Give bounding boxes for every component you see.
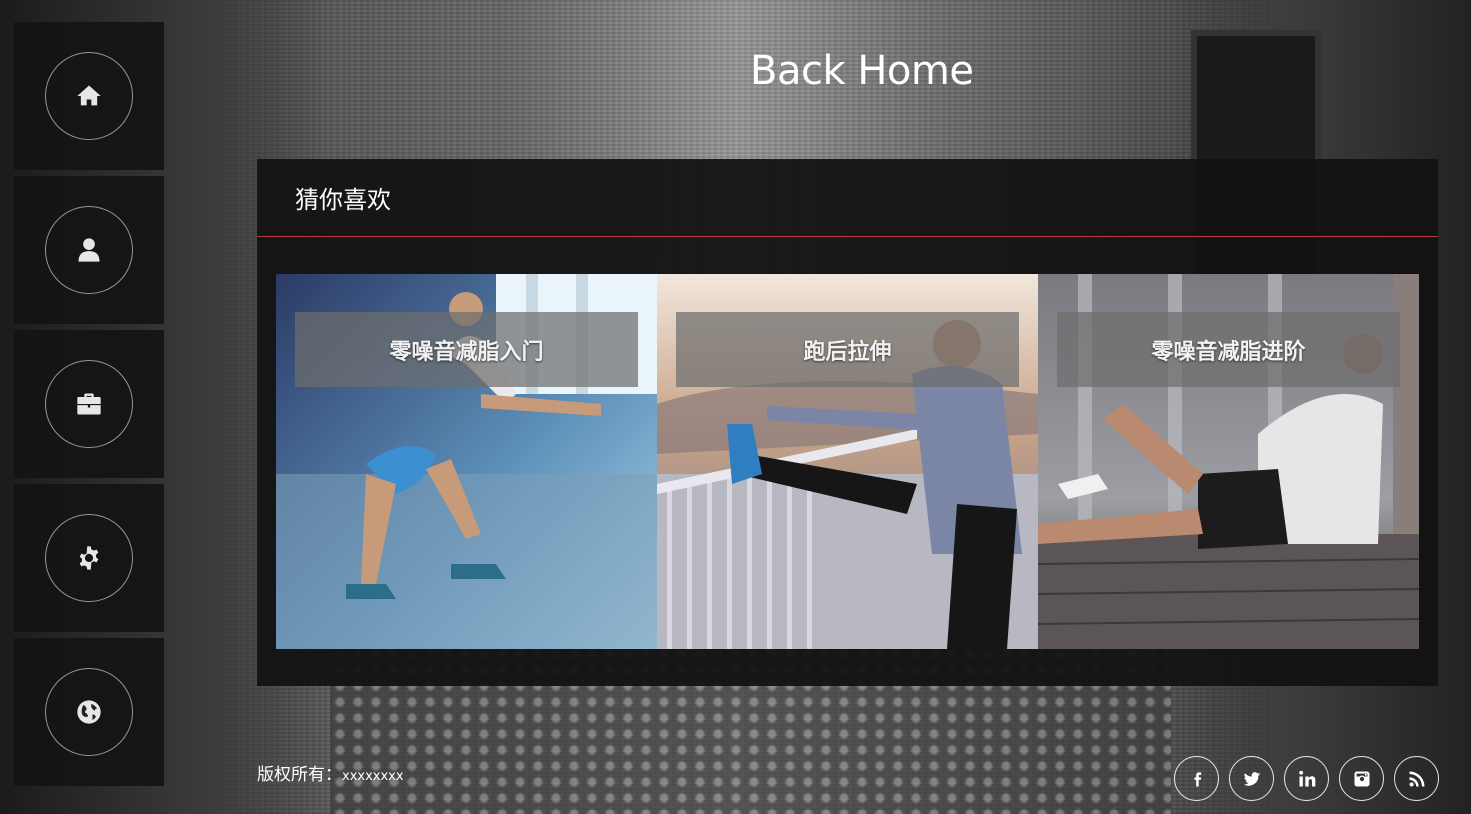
briefcase-icon — [77, 393, 101, 415]
sidebar-icon-circle — [45, 668, 133, 756]
instagram-icon — [1354, 771, 1369, 786]
linkedin-icon — [1298, 770, 1315, 786]
gear-icon — [79, 546, 99, 570]
panel-heading: 猜你喜欢 — [257, 159, 1438, 237]
rss-link[interactable] — [1394, 756, 1439, 801]
rss-icon — [1409, 771, 1424, 786]
sidebar-item-home[interactable] — [14, 22, 164, 170]
facebook-link[interactable] — [1174, 756, 1219, 801]
copyright-label: 版权所有： — [257, 765, 342, 785]
sidebar-item-user[interactable] — [14, 176, 164, 324]
instagram-link[interactable] — [1339, 756, 1384, 801]
sidebar-item-globe[interactable] — [14, 638, 164, 786]
card-label: 零噪音减脂进阶 — [1057, 312, 1400, 387]
card-label: 跑后拉伸 — [676, 312, 1019, 387]
facebook-icon — [1194, 771, 1201, 786]
sidebar-nav — [14, 22, 164, 792]
card-label: 零噪音减脂入门 — [295, 312, 638, 387]
sidebar-icon-circle — [45, 206, 133, 294]
sidebar-icon-circle — [45, 514, 133, 602]
copyright: 版权所有：xxxxxxxx — [257, 760, 404, 785]
sidebar-item-settings[interactable] — [14, 484, 164, 632]
twitter-link[interactable] — [1229, 756, 1274, 801]
linkedin-link[interactable] — [1284, 756, 1329, 801]
sidebar-icon-circle — [45, 360, 133, 448]
globe-icon — [77, 700, 101, 724]
social-links — [1174, 756, 1439, 801]
card-row: 零噪音减脂入门 跑后拉伸 零噪音减脂进阶 — [276, 274, 1419, 649]
sidebar-icon-circle — [45, 52, 133, 140]
course-card[interactable]: 跑后拉伸 — [657, 274, 1038, 649]
recommend-panel: 猜你喜欢 零噪音减脂入门 跑后拉伸 零噪音减脂进阶 — [257, 159, 1438, 686]
course-card[interactable]: 零噪音减脂进阶 — [1038, 274, 1419, 649]
page-title[interactable]: Back Home — [750, 48, 974, 94]
copyright-owner: xxxxxxxx — [342, 769, 404, 784]
sidebar-item-briefcase[interactable] — [14, 330, 164, 478]
course-card[interactable]: 零噪音减脂入门 — [276, 274, 657, 649]
twitter-icon — [1243, 771, 1260, 786]
user-icon — [78, 238, 100, 262]
home-icon — [77, 85, 101, 106]
